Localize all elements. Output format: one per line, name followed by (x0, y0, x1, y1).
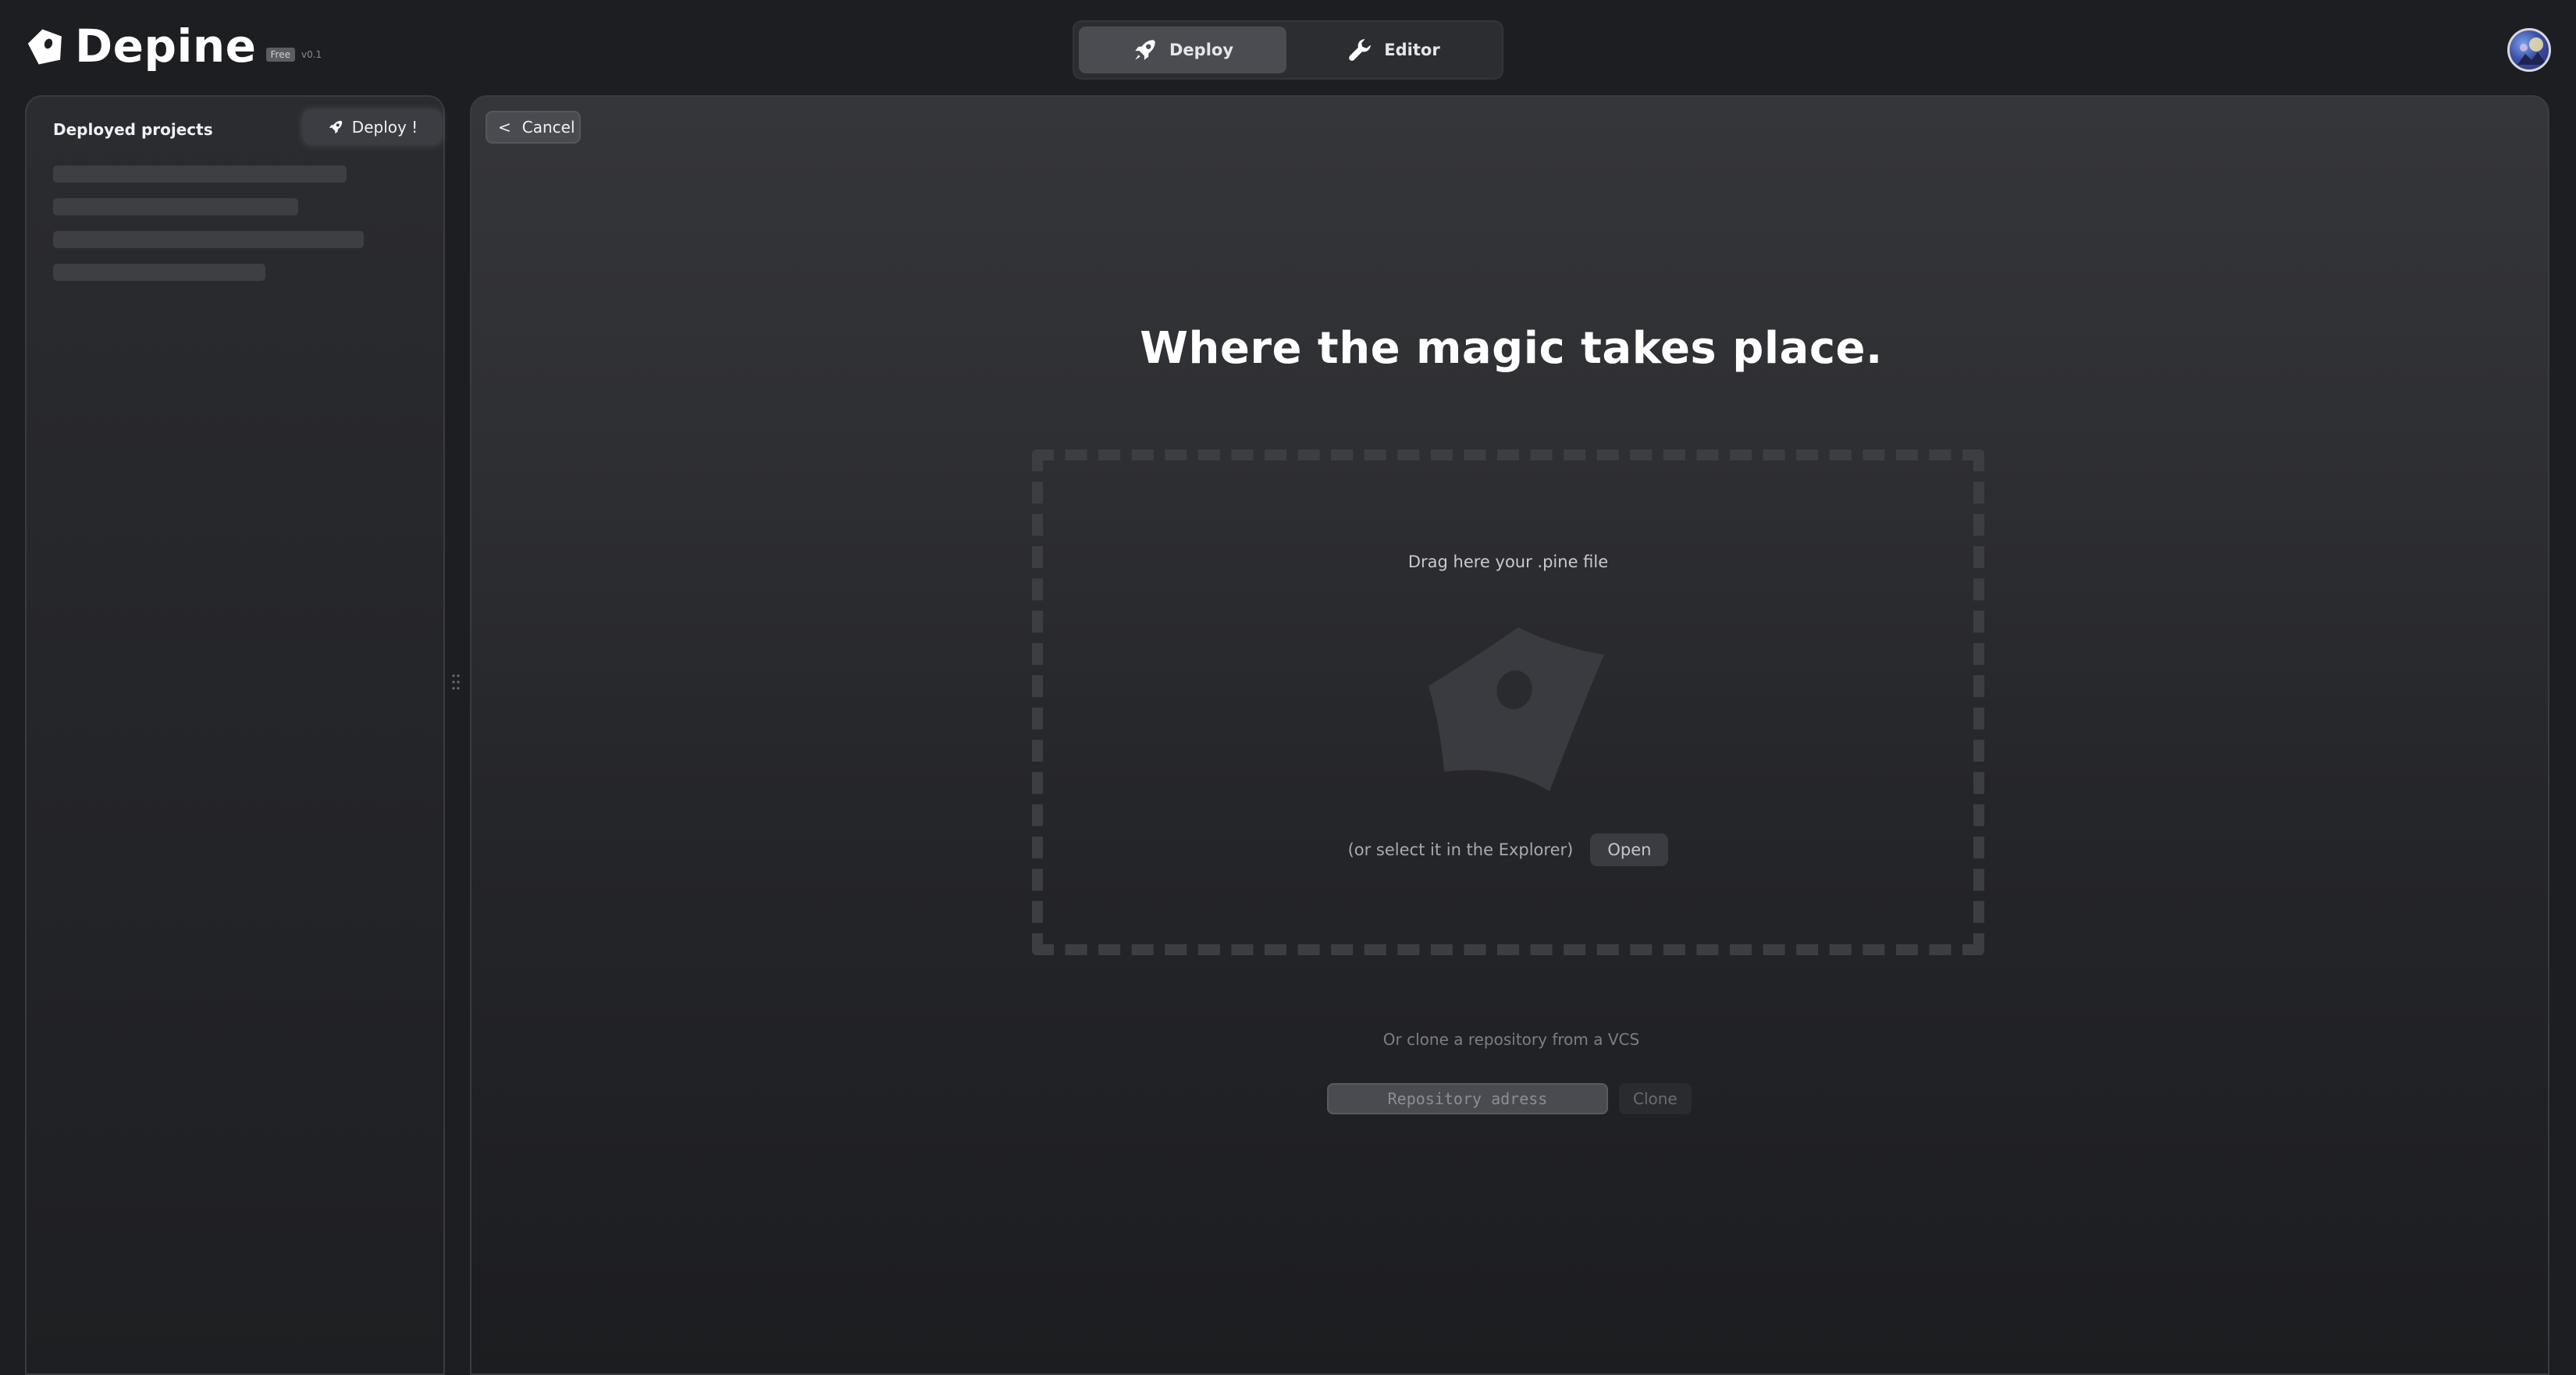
grip-icon[interactable] (451, 673, 461, 691)
select-file-text: (or select it in the Explorer) (1347, 840, 1574, 859)
project-skeleton (53, 264, 265, 281)
tab-deploy-label: Deploy (1169, 41, 1234, 59)
user-avatar[interactable] (2507, 28, 2551, 72)
app-header: Depine Free v0.1 Deploy Editor (0, 0, 2576, 94)
rocket-icon (329, 120, 343, 134)
deploy-panel: < Cancel Where the magic takes place. Dr… (470, 95, 2549, 1375)
pine-file-icon (1429, 627, 1604, 791)
tab-editor-label: Editor (1384, 41, 1440, 59)
open-button[interactable]: Open (1590, 833, 1669, 866)
app-name: Depine (75, 20, 257, 73)
mode-switch: Deploy Editor (1073, 20, 1503, 80)
project-skeleton (53, 231, 364, 248)
tab-deploy[interactable]: Deploy (1079, 27, 1286, 73)
plan-badge: Free (265, 47, 295, 62)
app-logo[interactable]: Depine Free v0.1 (27, 23, 322, 69)
deploy-button-label: Deploy ! (351, 118, 418, 137)
tab-editor[interactable]: Editor (1290, 27, 1497, 73)
sidebar-title: Deployed projects (53, 120, 213, 139)
sidebar: Deployed projects Deploy ! (25, 95, 445, 1375)
avatar-image (2517, 37, 2547, 65)
project-skeleton (53, 165, 347, 183)
pine-logo-icon (27, 29, 62, 65)
rocket-icon (1135, 40, 1155, 60)
vcs-text: Or clone a repository from a VCS (1382, 1030, 1640, 1049)
vcs-clone-row: Clone (1327, 1083, 1692, 1114)
file-dropzone[interactable]: Drag here your .pine file (or select it … (1032, 449, 1984, 955)
select-file-row: (or select it in the Explorer) Open (1043, 833, 1973, 866)
project-skeleton (53, 198, 298, 215)
dropzone-instruction: Drag here your .pine file (1407, 552, 1609, 571)
page-title: Where the magic takes place. (1140, 323, 1883, 374)
cancel-label: Cancel (521, 118, 575, 137)
repository-address-input[interactable] (1327, 1083, 1608, 1114)
chevron-left-icon: < (498, 118, 511, 137)
clone-button[interactable]: Clone (1619, 1083, 1692, 1114)
cancel-button[interactable]: < Cancel (486, 111, 581, 144)
wrench-icon (1349, 39, 1372, 61)
app-version: v0.1 (301, 49, 322, 60)
deploy-button[interactable]: Deploy ! (303, 110, 442, 144)
